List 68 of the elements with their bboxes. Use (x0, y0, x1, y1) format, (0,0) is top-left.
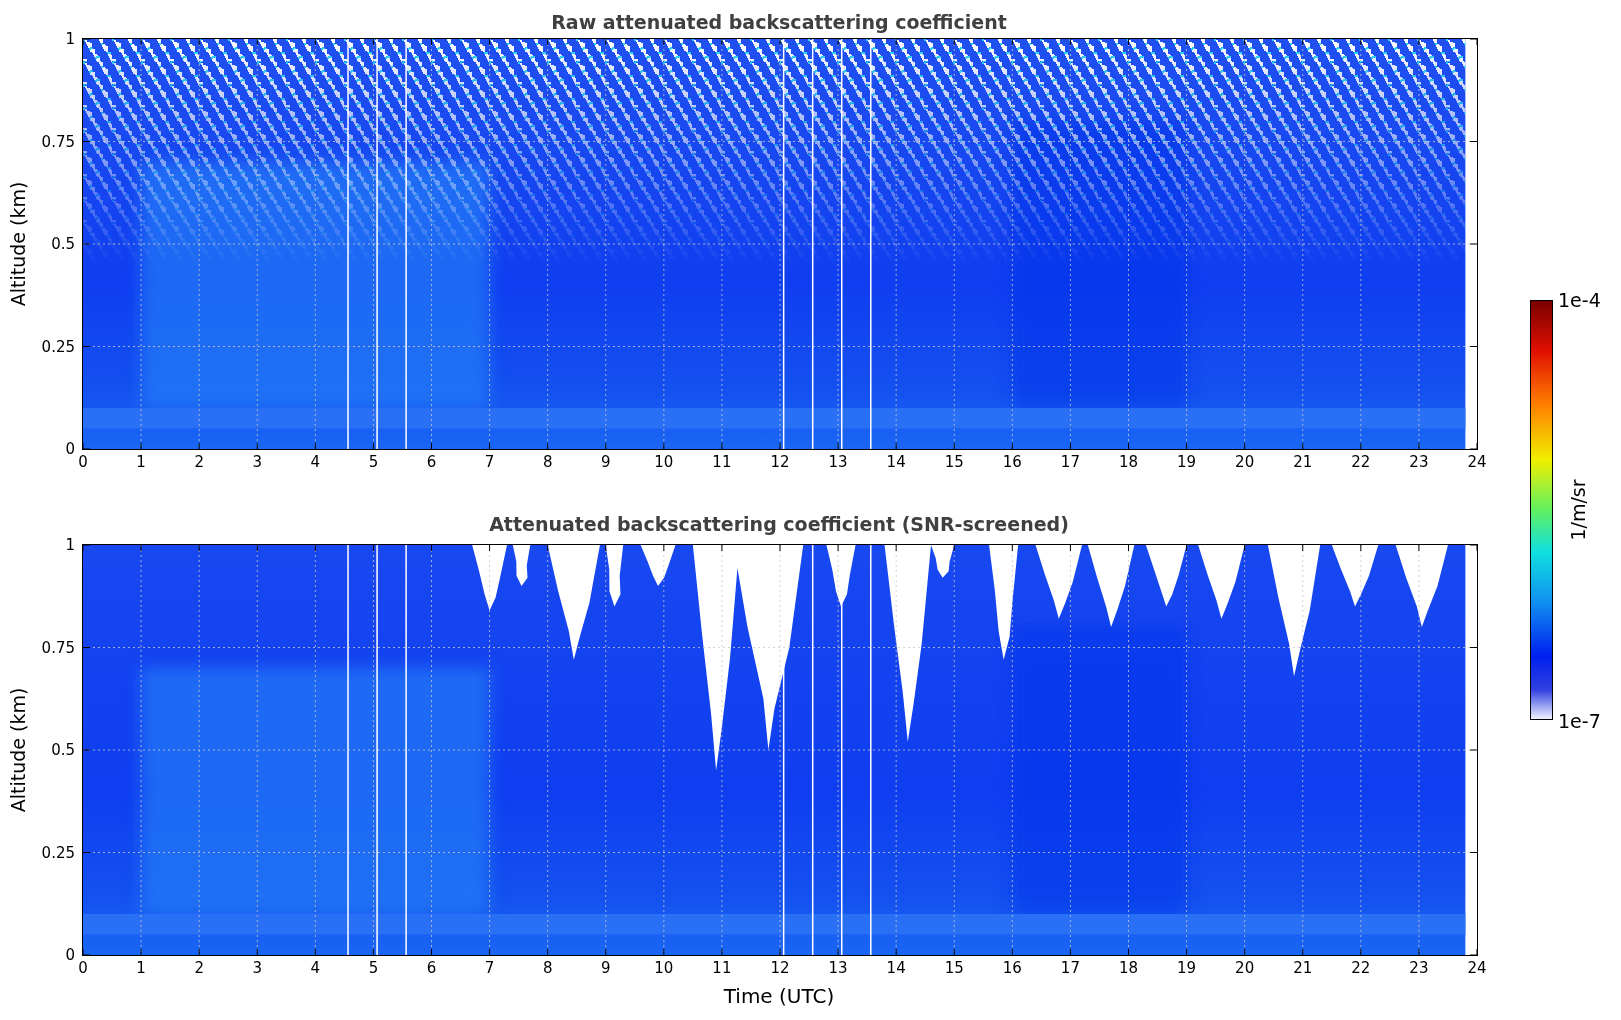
y-tick-label: 0.5 (51, 741, 75, 759)
x-tick-label: 14 (886, 453, 906, 471)
x-tick-label: 19 (1177, 959, 1197, 977)
y-tick-label: 0.75 (41, 638, 75, 657)
x-tick-label: 3 (252, 959, 262, 977)
x-tick-label: 1 (136, 453, 146, 471)
x-tick-label: 17 (1060, 453, 1080, 471)
x-tick-label: 8 (542, 453, 553, 471)
x-tick-label: 12 (770, 453, 790, 471)
x-axis-label: Time (UTC) (722, 984, 836, 1008)
x-tick-label: 15 (944, 959, 964, 977)
colorbar-label: 1/m/sr (1567, 479, 1589, 541)
y-tick-label: 0.25 (41, 337, 75, 356)
y-tick-label: 0 (65, 440, 75, 458)
x-tick-label: 18 (1118, 453, 1139, 471)
x-tick-label: 0 (78, 453, 88, 471)
x-tick-label: 6 (426, 453, 437, 471)
x-tick-label: 23 (1409, 453, 1429, 471)
x-tick-label: 13 (828, 959, 848, 977)
x-tick-label: 24 (1467, 453, 1487, 471)
x-tick-label: 4 (310, 453, 321, 471)
x-tick-label: 22 (1351, 959, 1371, 977)
colorbar-max-label: 1e-4 (1558, 289, 1601, 311)
x-tick-label: 4 (310, 959, 321, 977)
x-tick-label: 11 (712, 453, 732, 471)
plot-title: Raw attenuated backscattering coefficient (550, 10, 1008, 35)
y-tick-label: 0 (65, 946, 75, 964)
x-tick-label: 19 (1177, 453, 1197, 471)
x-tick-label: 21 (1293, 959, 1313, 977)
x-tick-label: 10 (654, 453, 674, 471)
x-tick-label: 1 (136, 959, 146, 977)
x-tick-label: 5 (368, 959, 379, 977)
y-axis-label: Altitude (km) (7, 687, 30, 813)
y-tick-label: 1 (65, 30, 75, 48)
x-tick-label: 24 (1467, 959, 1487, 977)
x-tick-label: 9 (601, 959, 611, 977)
x-tick-label: 14 (886, 959, 906, 977)
x-tick-label: 7 (484, 959, 495, 977)
colorbar-min-label: 1e-7 (1558, 710, 1601, 732)
x-tick-label: 11 (712, 959, 732, 977)
x-tick-label: 2 (194, 959, 204, 977)
y-tick-label: 0.25 (41, 843, 75, 862)
x-tick-label: 9 (601, 453, 611, 471)
x-tick-label: 18 (1118, 959, 1139, 977)
x-tick-label: 3 (252, 453, 262, 471)
x-tick-label: 13 (828, 453, 848, 471)
x-tick-label: 20 (1235, 959, 1255, 977)
x-tick-label: 0 (78, 959, 88, 977)
x-tick-label: 15 (944, 453, 964, 471)
y-axis-label: Altitude (km) (7, 181, 30, 307)
x-tick-label: 5 (368, 453, 379, 471)
x-tick-label: 17 (1060, 959, 1080, 977)
plot-title: Attenuated backscattering coefficient (SNR-screened) (488, 512, 1070, 537)
y-tick-label: 0.75 (41, 132, 75, 151)
x-tick-label: 6 (426, 959, 437, 977)
x-tick-label: 2 (194, 453, 204, 471)
y-tick-label: 0.5 (51, 235, 75, 253)
x-tick-label: 7 (484, 453, 495, 471)
x-tick-label: 10 (654, 959, 674, 977)
y-tick-label: 1 (65, 536, 75, 554)
x-tick-label: 23 (1409, 959, 1429, 977)
x-tick-label: 16 (1002, 453, 1022, 471)
x-tick-label: 21 (1293, 453, 1313, 471)
x-tick-label: 8 (542, 959, 553, 977)
x-tick-label: 20 (1235, 453, 1255, 471)
x-tick-label: 22 (1351, 453, 1371, 471)
x-tick-label: 12 (770, 959, 790, 977)
x-tick-label: 16 (1002, 959, 1022, 977)
